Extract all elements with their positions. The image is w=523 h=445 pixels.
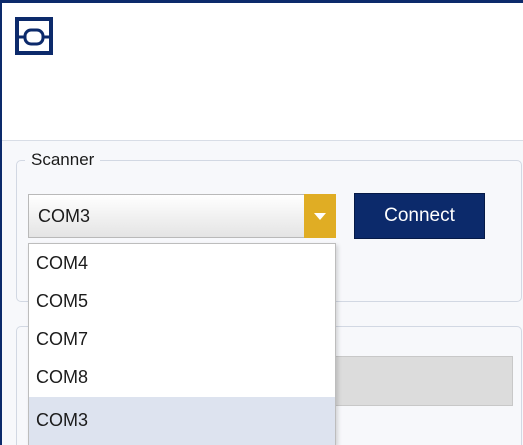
port-dropdown-list[interactable]: COM4 COM5 COM7 COM8 COM3	[28, 243, 336, 445]
dropdown-option-com7[interactable]: COM7	[29, 320, 335, 358]
scanner-group-label: Scanner	[25, 150, 101, 170]
dropdown-option-com4[interactable]: COM4	[29, 244, 335, 282]
app-window: Scanner COM3 Connect COM4 COM5 COM7 COM8…	[0, 0, 523, 445]
window-top-border	[0, 0, 523, 3]
app-logo-icon	[15, 17, 53, 55]
connect-button[interactable]: Connect	[354, 193, 485, 239]
app-header	[2, 3, 523, 141]
chevron-down-icon	[314, 212, 326, 220]
port-select-toggle[interactable]	[304, 194, 336, 238]
dropdown-option-com8[interactable]: COM8	[29, 358, 335, 396]
port-select-value: COM3	[38, 206, 91, 226]
window-left-border	[0, 0, 2, 445]
dropdown-option-com3[interactable]: COM3	[29, 397, 335, 445]
port-select[interactable]: COM3	[28, 194, 336, 238]
dropdown-option-com5[interactable]: COM5	[29, 282, 335, 320]
